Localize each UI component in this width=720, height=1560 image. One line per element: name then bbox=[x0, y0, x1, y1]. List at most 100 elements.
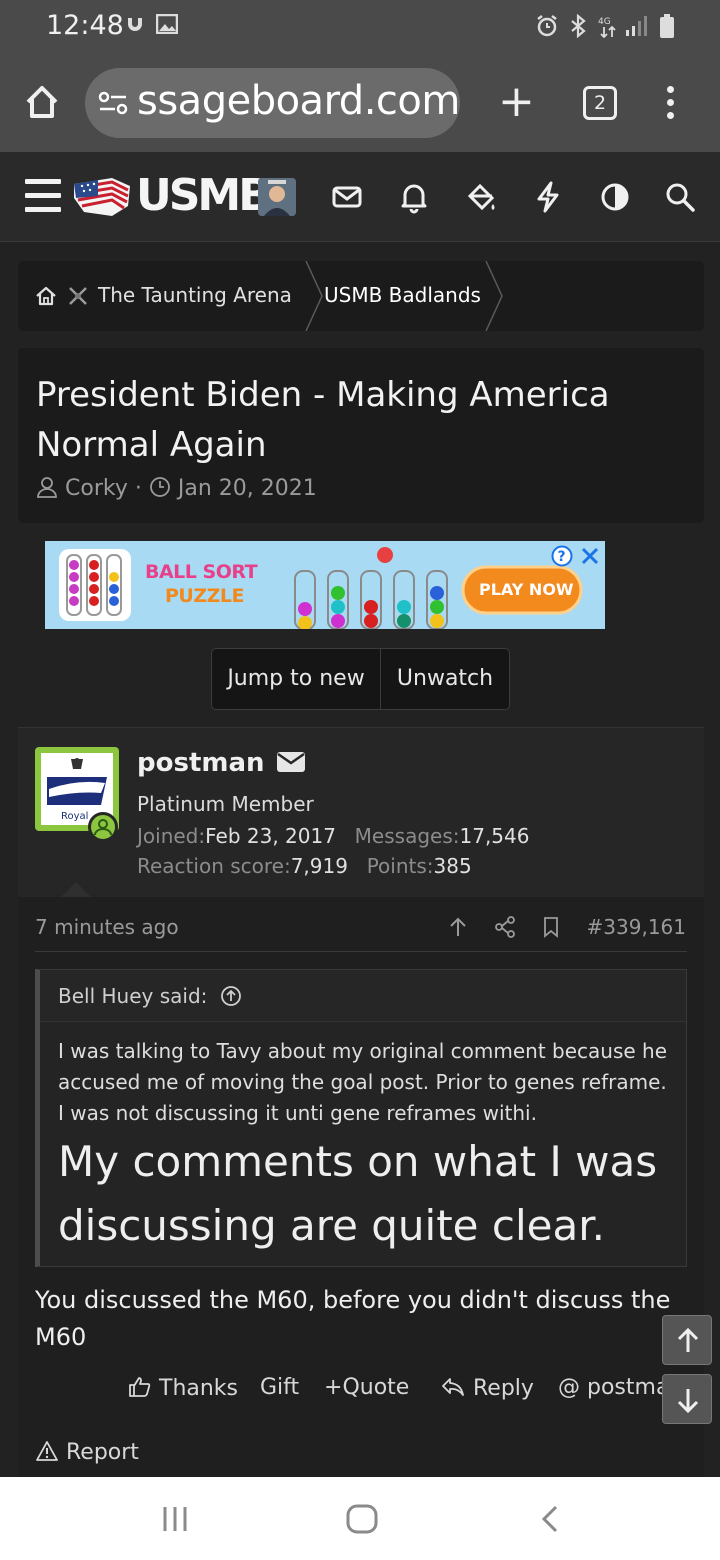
scroll-bottom-button[interactable] bbox=[662, 1374, 712, 1424]
alarm-icon bbox=[535, 14, 559, 43]
site-logo[interactable]: USMB bbox=[136, 170, 272, 221]
thanks-label[interactable]: Thanks bbox=[159, 1376, 238, 1401]
thread-title: President Biden - Making America Normal … bbox=[36, 375, 610, 465]
divider bbox=[35, 951, 687, 952]
bookmark-icon[interactable] bbox=[540, 916, 562, 938]
whats-new-icon[interactable] bbox=[531, 180, 565, 214]
advertisement-banner[interactable]: BALL SORT PUZZLE PLAY NOW ? bbox=[45, 541, 605, 629]
thanks-button[interactable]: Thanks bbox=[128, 1375, 238, 1401]
quote-block: Bell Huey said: I was talking to Tavy ab… bbox=[35, 969, 687, 1267]
logo-flag-icon[interactable] bbox=[72, 176, 132, 218]
bell-icon[interactable] bbox=[397, 180, 431, 214]
site-header: USMB bbox=[0, 152, 720, 242]
report-label[interactable]: Report bbox=[66, 1440, 139, 1465]
thread-button-group: Jump to new Unwatch bbox=[211, 648, 510, 710]
message-user-icon[interactable] bbox=[276, 750, 306, 772]
theme-toggle-icon[interactable] bbox=[598, 180, 632, 214]
back-icon[interactable] bbox=[532, 1501, 568, 1537]
jump-to-new-button[interactable]: Jump to new bbox=[212, 649, 380, 709]
reply-label[interactable]: Reply bbox=[473, 1376, 534, 1401]
site-settings-icon[interactable] bbox=[97, 87, 129, 119]
avatar-caption: Royal bbox=[61, 811, 88, 822]
unwatch-button[interactable]: Unwatch bbox=[381, 649, 509, 709]
user-icon bbox=[36, 476, 58, 498]
user-stats: Joined:Feb 23, 2017 Messages:17,546 Reac… bbox=[137, 821, 529, 881]
arrow-up-icon[interactable] bbox=[447, 916, 469, 938]
style-chooser-icon[interactable] bbox=[464, 180, 498, 214]
notification-icon bbox=[126, 14, 144, 38]
ad-cta-button[interactable]: PLAY NOW bbox=[479, 580, 574, 599]
messages-value: 17,546 bbox=[459, 824, 530, 848]
points-value: 385 bbox=[433, 854, 472, 878]
bluetooth-icon bbox=[568, 13, 588, 43]
joined-value: Feb 23, 2017 bbox=[205, 824, 336, 848]
quote-large-text: My comments on what I was discussing are… bbox=[58, 1137, 658, 1250]
search-icon[interactable] bbox=[663, 180, 697, 214]
arrow-down-icon bbox=[677, 1389, 699, 1414]
messages-label: Messages: bbox=[354, 824, 460, 848]
share-icon[interactable] bbox=[494, 916, 516, 938]
inbox-icon[interactable] bbox=[330, 180, 364, 214]
thread-author[interactable]: Corky bbox=[65, 476, 128, 501]
at-icon: @ bbox=[558, 1375, 587, 1400]
breadcrumb-separator-icon bbox=[305, 261, 323, 331]
battery-icon bbox=[660, 14, 674, 43]
breadcrumb-usmb-badlands[interactable]: USMB Badlands bbox=[324, 283, 481, 307]
recent-apps-icon[interactable] bbox=[157, 1501, 193, 1537]
ad-close-icon[interactable] bbox=[579, 545, 601, 567]
quote-author[interactable]: Bell Huey said: bbox=[58, 984, 242, 1008]
quote-label[interactable]: Quote bbox=[342, 1375, 409, 1400]
post-number[interactable]: #339,161 bbox=[587, 915, 686, 939]
more-menu-icon[interactable] bbox=[664, 86, 676, 122]
gift-button[interactable]: Gift bbox=[260, 1375, 299, 1400]
url-bar[interactable]: ssageboard.com bbox=[85, 68, 460, 138]
ad-info-icon[interactable]: ? bbox=[551, 545, 573, 567]
thread-date[interactable]: Jan 20, 2021 bbox=[178, 476, 317, 501]
go-to-quote-icon[interactable] bbox=[220, 985, 242, 1007]
arrow-up-icon bbox=[677, 1327, 699, 1352]
reaction-value: 7,919 bbox=[290, 854, 348, 878]
report-button[interactable]: Report bbox=[35, 1439, 139, 1465]
post-pointer bbox=[60, 882, 92, 898]
reaction-label: Reaction score: bbox=[137, 854, 291, 878]
post-message: You discussed the M60, before you didn't… bbox=[35, 1286, 671, 1351]
reply-icon bbox=[440, 1375, 466, 1399]
post-actions: Thanks Gift +Quote Reply @ postman bbox=[18, 1375, 704, 1415]
home-button-icon[interactable] bbox=[344, 1501, 380, 1537]
ad-title-line1: BALL SORT bbox=[145, 561, 258, 583]
home-crumb-icon[interactable] bbox=[34, 284, 58, 308]
quote-author-text[interactable]: Bell Huey said: bbox=[58, 984, 207, 1008]
crossed-swords-icon bbox=[66, 284, 90, 308]
post-username[interactable]: postman bbox=[137, 748, 306, 778]
clock-icon bbox=[149, 476, 171, 498]
breadcrumb: The Taunting Arena USMB Badlands bbox=[18, 261, 704, 331]
user-avatar[interactable] bbox=[258, 178, 296, 216]
ad-title-line2: PUZZLE bbox=[165, 585, 245, 607]
meta-separator: · bbox=[134, 476, 149, 501]
quote-header: Bell Huey said: bbox=[40, 970, 686, 1022]
username-text[interactable]: postman bbox=[137, 748, 265, 778]
new-tab-icon[interactable]: + bbox=[498, 80, 535, 124]
tab-switcher-button[interactable]: 2 bbox=[583, 86, 617, 120]
breadcrumb-separator-icon bbox=[485, 261, 503, 331]
points-label: Points: bbox=[366, 854, 434, 878]
post-meta-actions: #339,161 bbox=[447, 915, 686, 939]
status-time: 12:48 bbox=[46, 10, 124, 41]
svg-text:?: ? bbox=[558, 549, 566, 565]
hamburger-menu-icon[interactable] bbox=[25, 179, 61, 213]
status-bar: 12:48 4G bbox=[0, 0, 720, 52]
warning-icon bbox=[35, 1439, 59, 1463]
home-icon[interactable] bbox=[22, 82, 62, 122]
reply-button[interactable]: Reply bbox=[440, 1375, 534, 1401]
post-time[interactable]: 7 minutes ago bbox=[35, 915, 179, 939]
gallery-icon bbox=[155, 13, 179, 39]
plus-icon: + bbox=[324, 1375, 343, 1400]
signal-icon bbox=[624, 14, 650, 43]
scroll-top-button[interactable] bbox=[662, 1315, 712, 1365]
post-body: 7 minutes ago #339,161 Bell Huey said: I… bbox=[18, 897, 704, 1477]
system-nav-bar bbox=[0, 1477, 720, 1560]
url-text: ssageboard.com bbox=[137, 78, 460, 124]
breadcrumb-taunting-arena[interactable]: The Taunting Arena bbox=[98, 283, 292, 307]
quote-button[interactable]: +Quote bbox=[324, 1375, 409, 1400]
post-user-info: Royal postman Platinum Member Joined:Feb… bbox=[18, 727, 704, 897]
